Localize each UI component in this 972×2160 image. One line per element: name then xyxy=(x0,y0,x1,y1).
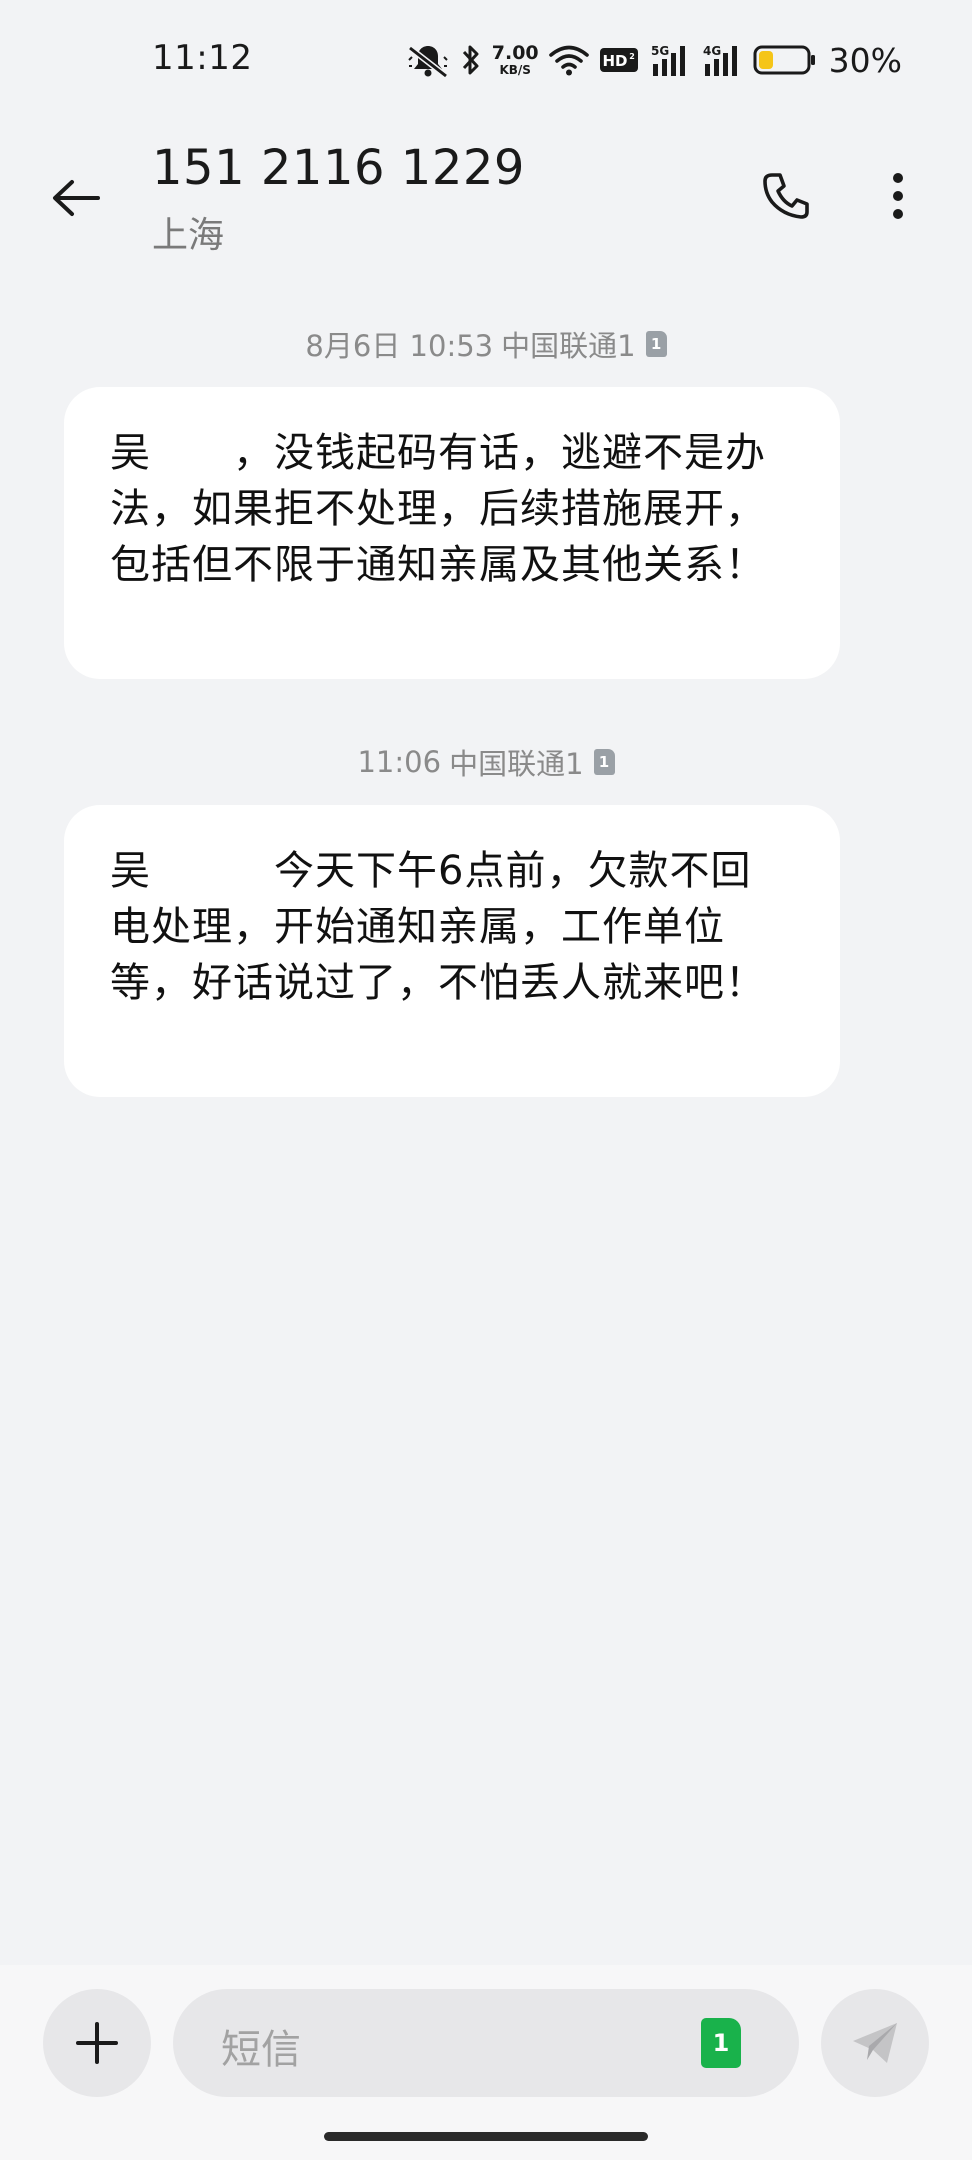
send-icon xyxy=(853,2023,897,2063)
message-input[interactable]: 短信 1 xyxy=(173,1989,799,2097)
compose-bar: 短信 1 xyxy=(0,1965,972,2160)
back-button[interactable] xyxy=(40,162,112,234)
message-text: 吴 今天下午6点前，欠款不回电处理，开始通知亲属，工作单位等，好话说过了，不怕丢… xyxy=(110,848,766,1006)
home-indicator[interactable] xyxy=(324,2132,648,2141)
net-speed-value: 7.00 xyxy=(491,42,539,64)
call-button[interactable] xyxy=(750,160,822,232)
add-attachment-button[interactable] xyxy=(43,1989,151,2097)
wifi-icon xyxy=(548,44,589,76)
battery-icon xyxy=(753,44,817,76)
phone-icon xyxy=(763,173,809,219)
message-bubble[interactable]: 吴 今天下午6点前，欠款不回电处理，开始通知亲属，工作单位等，好话说过了，不怕丢… xyxy=(64,805,840,1097)
conversation-header: 151 2116 1229 上海 xyxy=(0,120,972,270)
more-vertical-icon xyxy=(893,173,903,219)
bell-muted-icon xyxy=(406,40,450,80)
status-time: 11:12 xyxy=(152,38,253,78)
message-bubble[interactable]: 吴 ，没钱起码有话，逃避不是办法，如果拒不处理，后续措施展开，包括但不限于通知亲… xyxy=(64,387,840,679)
bluetooth-icon xyxy=(460,42,482,78)
send-button[interactable] xyxy=(821,1989,929,2097)
message-timestamp: 8月6日 10:53 中国联通1 1 xyxy=(0,323,972,365)
battery-fill xyxy=(758,51,773,69)
net-speed: 7.00 KB/S xyxy=(491,42,539,77)
message-carrier: 中国联通1 xyxy=(449,747,584,781)
message-input-placeholder: 短信 xyxy=(221,2027,301,2073)
message-time: 11:06 xyxy=(357,745,442,779)
message-time: 8月6日 10:53 xyxy=(305,329,494,363)
status-icons: 7.00 KB/S HD 2 5G 4G 30% xyxy=(406,40,902,80)
hd-icon: HD 2 xyxy=(599,46,639,74)
arrow-left-icon xyxy=(53,180,100,216)
signal-4g-icon: 4G xyxy=(701,42,743,78)
status-bar: 11:12 7.00 KB/S HD 2 5G 4G 30% xyxy=(0,0,972,120)
message-carrier: 中国联通1 xyxy=(501,329,636,363)
contact-number: 151 2116 1229 xyxy=(152,140,525,196)
signal-5g-icon: 5G xyxy=(649,42,691,78)
battery-percent: 30% xyxy=(828,40,902,80)
net-speed-unit: KB/S xyxy=(499,63,531,77)
message-text: 吴 ，没钱起码有话，逃避不是办法，如果拒不处理，后续措施展开，包括但不限于通知亲… xyxy=(110,430,766,588)
svg-text:2: 2 xyxy=(629,52,635,61)
more-options-button[interactable] xyxy=(862,160,934,232)
sim-card-icon: 1 xyxy=(593,749,615,775)
contact-location: 上海 xyxy=(152,215,225,256)
message-timestamp: 11:06 中国联通1 1 xyxy=(0,741,972,783)
sim-card-icon: 1 xyxy=(645,331,667,357)
signal-4g-label: 4G xyxy=(703,44,721,58)
sim-select-icon[interactable]: 1 xyxy=(701,2018,741,2068)
plus-icon xyxy=(76,2022,118,2064)
signal-5g-label: 5G xyxy=(651,44,669,58)
hd-label: HD xyxy=(602,52,627,70)
